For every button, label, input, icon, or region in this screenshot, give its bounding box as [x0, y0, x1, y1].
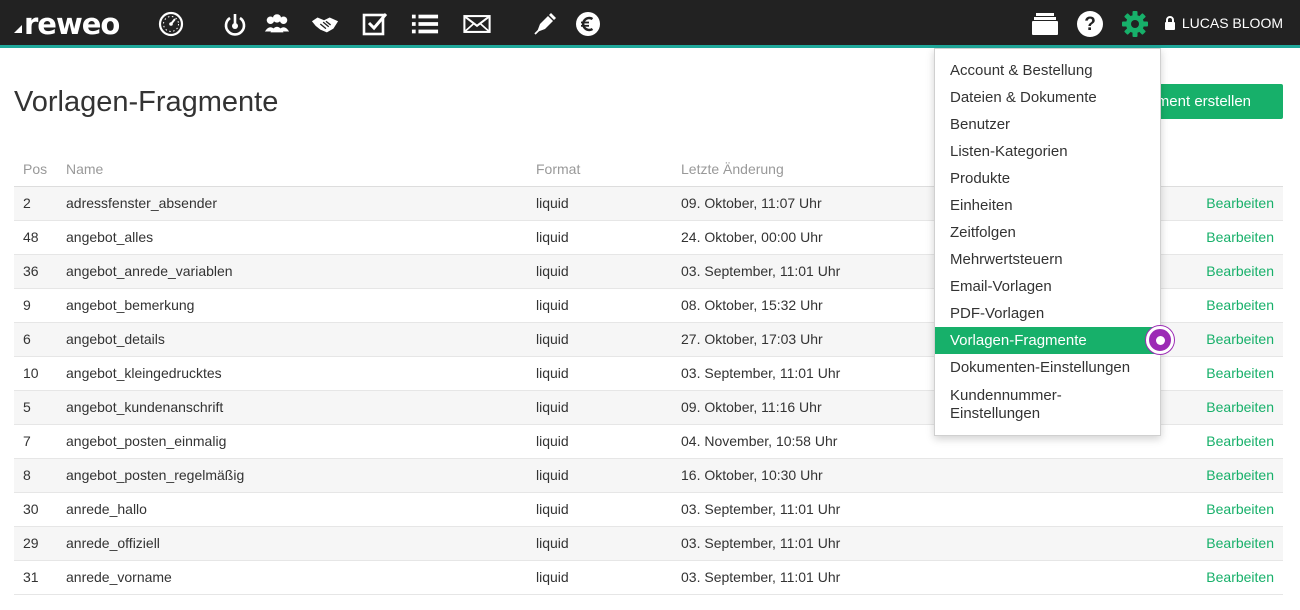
- cell-pos: 31: [14, 560, 66, 595]
- edit-link[interactable]: Bearbeiten: [1206, 365, 1274, 381]
- cell-name: angebot_kleingedrucktes: [66, 356, 536, 391]
- column-header-format[interactable]: Format: [536, 152, 681, 187]
- cell-last-changed: 03. September, 11:01 Uhr: [681, 526, 1101, 561]
- help-icon[interactable]: ?: [1076, 10, 1104, 38]
- cell-format: liquid: [536, 492, 681, 527]
- edit-link[interactable]: Bearbeiten: [1206, 569, 1274, 585]
- edit-link[interactable]: Bearbeiten: [1206, 433, 1274, 449]
- table-row[interactable]: 30 anrede_hallo liquid 03. September, 11:01…: [14, 492, 1283, 527]
- cell-name: angebot_kundenanschrift: [66, 390, 536, 425]
- cell-pos: 30: [14, 492, 66, 527]
- edit-link[interactable]: Bearbeiten: [1206, 229, 1274, 245]
- logo-text: reweo: [24, 7, 120, 41]
- cell-name: angebot_alles: [66, 220, 536, 255]
- cell-format: liquid: [536, 254, 681, 289]
- cell-pos: 7: [14, 424, 66, 459]
- cell-name: adressfenster_absender: [66, 186, 536, 221]
- cell-name: angebot_bemerkung: [66, 288, 536, 323]
- cell-name: angebot_anrede_variablen: [66, 254, 536, 289]
- settings-menu-item[interactable]: Zeitfolgen: [935, 219, 1160, 246]
- handshake-icon[interactable]: [311, 10, 339, 38]
- click-indicator: [1146, 326, 1174, 354]
- column-header-pos[interactable]: Pos: [14, 152, 66, 187]
- top-navbar: reweo ? LUCAS BLOOM: [0, 0, 1300, 48]
- cell-name: angebot_details: [66, 322, 536, 357]
- tasks-icon[interactable]: [361, 10, 389, 38]
- edit-link[interactable]: Bearbeiten: [1206, 535, 1274, 551]
- cell-actions: Bearbeiten: [1101, 492, 1283, 527]
- cell-actions: Bearbeiten: [1101, 560, 1283, 595]
- reweo-logo[interactable]: reweo: [14, 7, 120, 41]
- page-title: Vorlagen-Fragmente: [14, 86, 279, 118]
- cell-last-changed: 03. September, 11:01 Uhr: [681, 492, 1101, 527]
- cell-pos: 6: [14, 322, 66, 357]
- settings-icon[interactable]: [1121, 10, 1149, 38]
- settings-menu-item[interactable]: Email-Vorlagen: [935, 273, 1160, 300]
- settings-menu-item[interactable]: Kundennummer-Einstellungen: [935, 387, 1105, 427]
- cell-name: anrede_hallo: [66, 492, 536, 527]
- cell-pos: 36: [14, 254, 66, 289]
- edit-link[interactable]: Bearbeiten: [1206, 501, 1274, 517]
- cell-pos: 10: [14, 356, 66, 391]
- cell-name: anrede_vorname: [66, 560, 536, 595]
- cell-format: liquid: [536, 356, 681, 391]
- edit-link[interactable]: Bearbeiten: [1206, 263, 1274, 279]
- pen-icon[interactable]: [531, 10, 559, 38]
- euro-icon[interactable]: [574, 10, 602, 38]
- settings-menu-item[interactable]: Benutzer: [935, 111, 1160, 138]
- cell-format: liquid: [536, 186, 681, 221]
- cell-format: liquid: [536, 424, 681, 459]
- cell-name: anrede_offiziell: [66, 526, 536, 561]
- mail-icon[interactable]: [463, 10, 491, 38]
- edit-link[interactable]: Bearbeiten: [1206, 297, 1274, 313]
- settings-menu-item[interactable]: PDF-Vorlagen: [935, 300, 1160, 327]
- cell-format: liquid: [536, 288, 681, 323]
- user-name: LUCAS BLOOM: [1181, 15, 1283, 31]
- column-header-name[interactable]: Name: [66, 152, 536, 187]
- cell-last-changed: 03. September, 11:01 Uhr: [681, 560, 1101, 595]
- cell-format: liquid: [536, 458, 681, 493]
- settings-menu-item[interactable]: Listen-Kategorien: [935, 138, 1160, 165]
- svg-text:?: ?: [1084, 14, 1096, 35]
- table-row[interactable]: 31 anrede_vorname liquid 03. September, 11:…: [14, 560, 1283, 595]
- cell-format: liquid: [536, 322, 681, 357]
- settings-dropdown-menu: Account & Bestellung Dateien & Dokumente B…: [934, 48, 1161, 436]
- settings-menu-item[interactable]: Produkte: [935, 165, 1160, 192]
- settings-menu-item[interactable]: Dokumenten-Einstellungen: [935, 354, 1160, 381]
- edit-link[interactable]: Bearbeiten: [1206, 399, 1274, 415]
- settings-menu-item[interactable]: Dateien & Dokumente: [935, 84, 1160, 111]
- power-icon[interactable]: [221, 10, 249, 38]
- cell-pos: 29: [14, 526, 66, 561]
- cell-name: angebot_posten_einmalig: [66, 424, 536, 459]
- settings-menu-item[interactable]: Vorlagen-Fragmente: [935, 327, 1160, 354]
- cell-format: liquid: [536, 390, 681, 425]
- archive-icon[interactable]: [1031, 10, 1059, 38]
- cell-last-changed: 16. Oktober, 10:30 Uhr: [681, 458, 1101, 493]
- cell-name: angebot_posten_regelmäßig: [66, 458, 536, 493]
- cell-pos: 8: [14, 458, 66, 493]
- cell-format: liquid: [536, 526, 681, 561]
- contacts-icon[interactable]: [263, 10, 291, 38]
- cell-actions: Bearbeiten: [1101, 458, 1283, 493]
- cell-pos: 48: [14, 220, 66, 255]
- lock-icon: [1164, 16, 1175, 30]
- settings-menu-item[interactable]: Account & Bestellung: [935, 57, 1160, 84]
- cell-pos: 5: [14, 390, 66, 425]
- cell-format: liquid: [536, 560, 681, 595]
- table-row[interactable]: 8 angebot_posten_regelmäßig liquid 16. Okto…: [14, 458, 1283, 493]
- edit-link[interactable]: Bearbeiten: [1206, 195, 1274, 211]
- list-icon[interactable]: [411, 10, 439, 38]
- cell-format: liquid: [536, 220, 681, 255]
- cell-pos: 2: [14, 186, 66, 221]
- logo-triangle: [14, 25, 22, 33]
- table-row[interactable]: 29 anrede_offiziell liquid 03. September, 1…: [14, 526, 1283, 561]
- edit-link[interactable]: Bearbeiten: [1206, 467, 1274, 483]
- cell-pos: 9: [14, 288, 66, 323]
- user-menu[interactable]: LUCAS BLOOM: [1164, 15, 1283, 31]
- settings-menu-item[interactable]: Einheiten: [935, 192, 1160, 219]
- cell-actions: Bearbeiten: [1101, 526, 1283, 561]
- settings-menu-item[interactable]: Mehrwertsteuern: [935, 246, 1160, 273]
- edit-link[interactable]: Bearbeiten: [1206, 331, 1274, 347]
- dashboard-icon[interactable]: [157, 10, 185, 38]
